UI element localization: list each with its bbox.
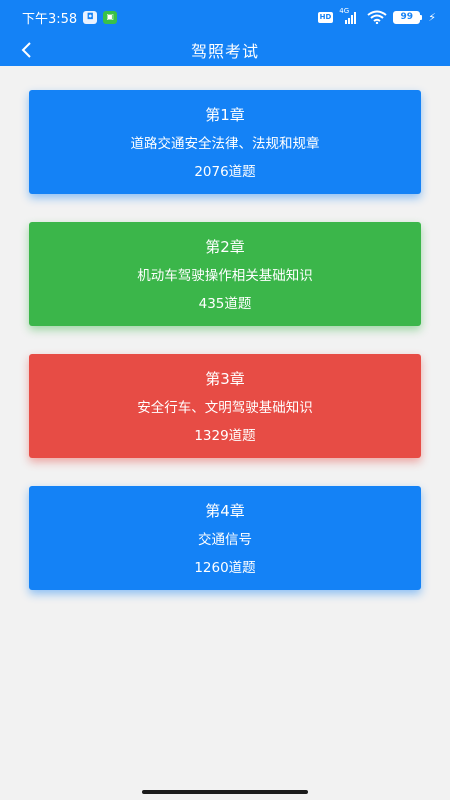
question-count: 435道题	[198, 296, 252, 312]
chapter-card-2[interactable]: 第2章 机动车驾驶操作相关基础知识 435道题	[29, 222, 421, 326]
question-count: 1260道题	[194, 560, 256, 576]
chat-notification-icon: ▣	[103, 10, 118, 24]
chapter-title: 机动车驾驶操作相关基础知识	[137, 268, 313, 284]
page-title: 驾照考试	[190, 42, 259, 61]
chapter-number: 第4章	[205, 502, 245, 520]
chapter-title: 安全行车、文明驾驶基础知识	[137, 400, 313, 416]
chapter-card-3[interactable]: 第3章 安全行车、文明驾驶基础知识 1329道题	[29, 354, 421, 458]
battery-icon: 99	[393, 10, 423, 24]
question-count: 2076道题	[194, 164, 256, 180]
status-right: HD 4G 99 ⚡	[317, 7, 436, 24]
chapter-list: 第1章 道路交通安全法律、法规和规章 2076道题 第2章 机动车驾驶操作相关基…	[29, 90, 421, 618]
hd-badge: HD	[317, 11, 334, 23]
back-button[interactable]	[8, 34, 44, 66]
chapter-title: 道路交通安全法律、法规和规章	[130, 136, 320, 152]
chapter-card-4[interactable]: 第4章 交通信号 1260道题	[29, 486, 421, 590]
chapter-number: 第1章	[205, 106, 245, 124]
wifi-icon	[367, 10, 387, 24]
chapter-number: 第2章	[205, 238, 245, 256]
shield-notification-icon: ◘	[83, 10, 98, 24]
status-time: 下午3:58	[22, 11, 78, 27]
home-indicator[interactable]	[142, 790, 308, 794]
chevron-left-icon	[21, 42, 31, 58]
status-bar: 下午3:58 ◘ ▣ HD 4G 99 ⚡	[0, 0, 450, 34]
chapter-card-1[interactable]: 第1章 道路交通安全法律、法规和规章 2076道题	[29, 90, 421, 194]
app-header: 驾照考试	[0, 34, 450, 66]
chapter-title: 交通信号	[198, 532, 252, 548]
chapter-number: 第3章	[205, 370, 245, 388]
status-left: 下午3:58 ◘ ▣	[22, 8, 118, 27]
battery-level: 99	[393, 10, 421, 24]
cellular-signal-icon: 4G	[339, 7, 361, 24]
charging-icon: ⚡	[428, 10, 436, 24]
question-count: 1329道题	[194, 428, 256, 444]
